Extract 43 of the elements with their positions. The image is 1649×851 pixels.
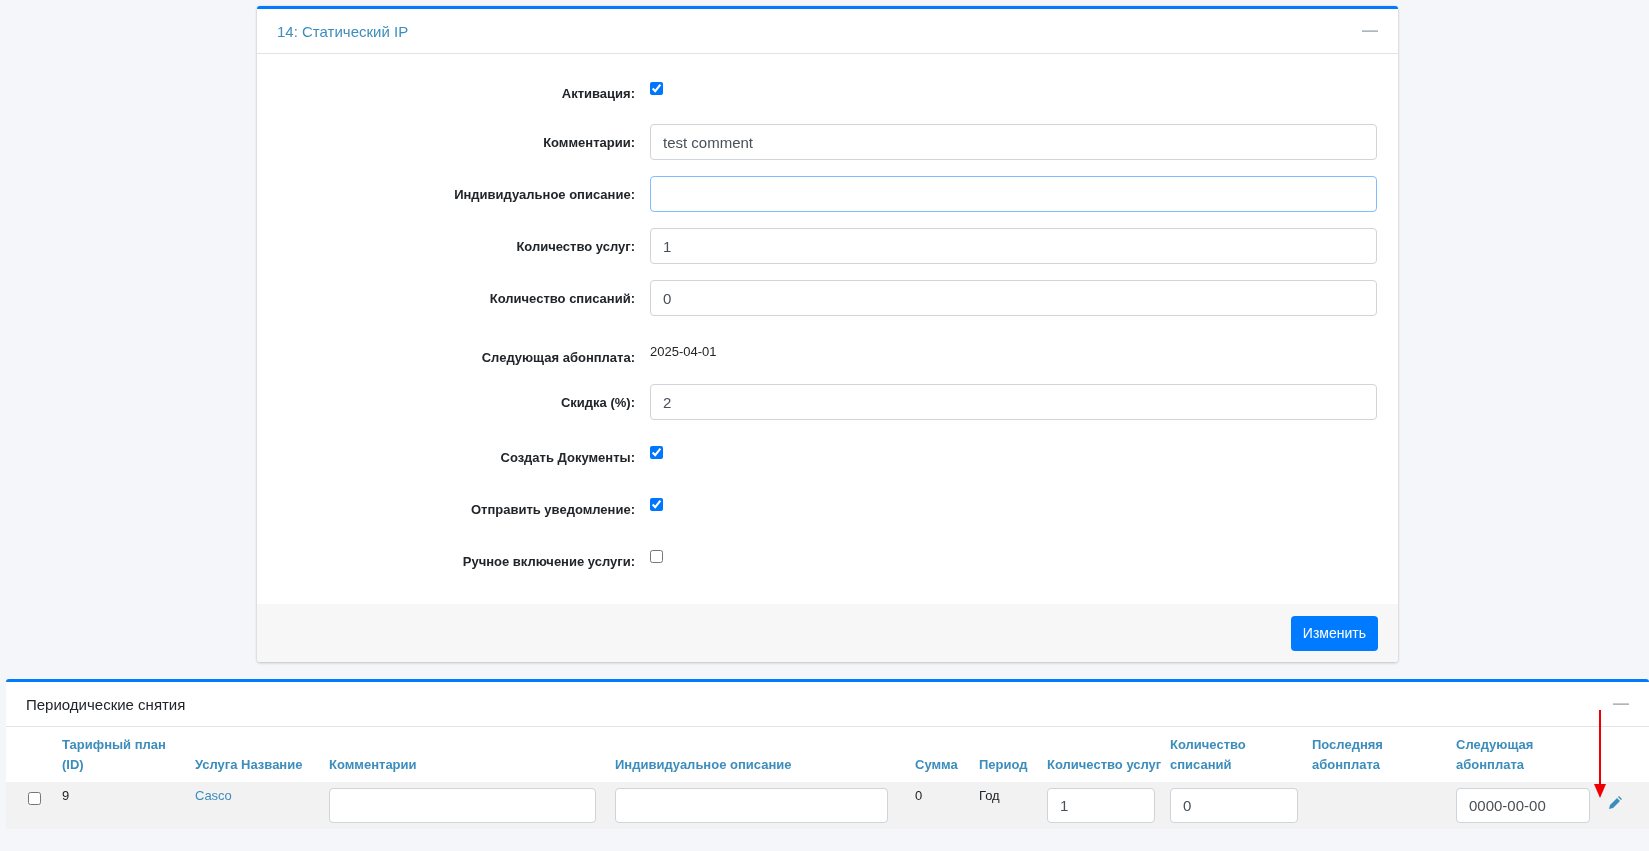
field-label: Количество списаний: (488, 290, 635, 306)
field-value: 2025-04-01 (650, 343, 718, 359)
column-header: Услуга Название (195, 756, 303, 772)
column-header: Следующая абонплата (1456, 737, 1534, 772)
description-field[interactable] (615, 788, 888, 823)
panel-title: Периодические снятия (26, 695, 186, 713)
card-title: 14: Статический IP (277, 22, 409, 40)
field-label: Комментарии: (542, 134, 635, 150)
row-checkbox[interactable] (28, 792, 41, 805)
table-cell: Год (979, 788, 1000, 803)
table-cell: 9 (62, 788, 70, 803)
input-field[interactable]: test comment (650, 124, 1377, 160)
pencil-icon[interactable] (1608, 796, 1622, 810)
column-header: Количество списаний (1170, 737, 1246, 772)
input-field[interactable]: 2 (650, 384, 1377, 420)
checkbox[interactable] (650, 446, 663, 459)
comment-field[interactable] (329, 788, 596, 823)
checkbox[interactable] (650, 82, 663, 95)
field-label: Скидка (%): (559, 394, 635, 410)
field-label: Следующая абонплата: (480, 349, 635, 365)
quantity-field[interactable]: 1 (1047, 788, 1155, 823)
field-label: Количество услуг: (515, 238, 635, 254)
input-field[interactable]: 1 (650, 228, 1377, 264)
submit-button[interactable]: Изменить (1290, 615, 1378, 651)
next-payment-field[interactable]: 0000-00-00 (1456, 788, 1590, 823)
field-label: Индивидуальное описание: (453, 186, 635, 202)
field-label: Активация: (560, 85, 635, 101)
column-header: Комментарии (329, 756, 417, 772)
field-label: Создать Документы: (499, 449, 635, 465)
table-cell: 0 (915, 788, 923, 803)
checkbox[interactable] (650, 550, 663, 563)
column-header: Тарифный план (ID) (62, 737, 166, 772)
field-label: Ручное включение услуги: (461, 553, 635, 569)
charges-field[interactable]: 0 (1170, 788, 1298, 823)
column-header: Период (979, 756, 1028, 772)
field-label: Отправить уведомление: (469, 501, 635, 517)
column-header: Последняя абонплата (1312, 737, 1383, 772)
column-header: Количество услуг (1047, 756, 1162, 772)
checkbox[interactable] (650, 498, 663, 511)
input-field[interactable] (650, 176, 1377, 212)
column-header: Индивидуальное описание (615, 756, 792, 772)
column-header: Сумма (915, 756, 958, 772)
input-field[interactable]: 0 (650, 280, 1377, 316)
